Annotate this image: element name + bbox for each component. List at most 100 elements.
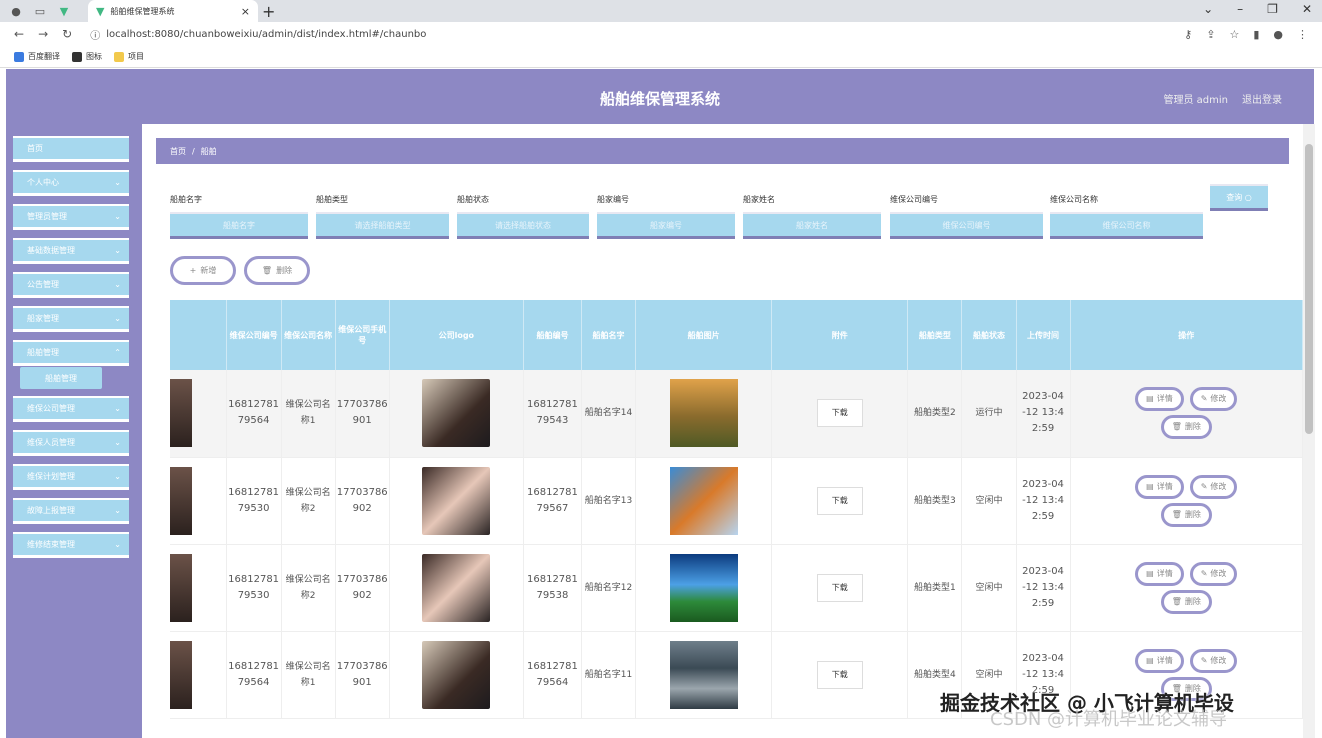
logout-link[interactable]: 退出登录 xyxy=(1242,91,1282,106)
edit-button[interactable]: ✎ 修改 xyxy=(1189,648,1238,673)
table-row: 1681278179530 维保公司名称2 17703786902 168127817… xyxy=(170,457,1304,545)
download-button[interactable]: 下载 xyxy=(816,399,863,428)
sidebar-toggle-icon[interactable]: ▮ xyxy=(1253,28,1259,41)
col-ship-status[interactable]: 船舶状态 xyxy=(961,300,1017,370)
scrollbar-thumb[interactable] xyxy=(1305,144,1313,434)
user-name: 管理员 admin xyxy=(1163,95,1228,106)
col-ship-no[interactable]: 船舶编号 xyxy=(523,300,582,370)
owner-no-input[interactable]: 船家编号 xyxy=(597,212,735,239)
detail-button[interactable]: ▤ 详情 xyxy=(1135,561,1184,586)
breadcrumb-home[interactable]: 首页 xyxy=(170,146,186,157)
delete-button[interactable]: 🗑 删除 xyxy=(1160,589,1212,614)
ship-status-select[interactable]: 请选择船舶状态 xyxy=(457,212,589,239)
col-ship-name[interactable]: 船舶名字 xyxy=(581,300,637,370)
profile-icon[interactable]: ● xyxy=(1273,28,1283,41)
owner-name-input[interactable]: 船家姓名 xyxy=(743,212,881,239)
sidebar-item-admin[interactable]: 管理员管理 ⌄ xyxy=(13,204,129,230)
minimize-icon[interactable]: – xyxy=(1237,2,1243,16)
more-icon[interactable]: ⋮ xyxy=(1297,28,1308,41)
close-tab-icon[interactable]: × xyxy=(241,5,250,18)
cell-logo xyxy=(389,631,524,719)
forward-icon[interactable]: → xyxy=(38,27,48,41)
back-icon[interactable]: ← xyxy=(14,27,24,41)
col-ship-image[interactable]: 船舶图片 xyxy=(635,300,773,370)
cell-ship-name: 船舶名字11 xyxy=(581,631,637,719)
cell-ship-no: 1681278179567 xyxy=(523,457,582,545)
col-ship-type[interactable]: 船舶类型 xyxy=(907,300,963,370)
sidebar-item-profile[interactable]: 个人中心 ⌄ xyxy=(13,170,129,196)
user-area: 管理员 admin 退出登录 xyxy=(1163,91,1282,106)
ship-image[interactable] xyxy=(669,466,738,535)
sidebar-item-ship[interactable]: 船舶管理 ⌃ xyxy=(13,340,129,366)
sidebar-item-home[interactable]: 首页 xyxy=(13,136,129,162)
sidebar-item-basedata[interactable]: 基础数据管理 ⌄ xyxy=(13,238,129,264)
close-window-icon[interactable]: ✕ xyxy=(1302,2,1312,16)
browser-menu-icon[interactable]: ● xyxy=(8,3,24,19)
edit-button[interactable]: ✎ 修改 xyxy=(1189,387,1238,412)
col-upload-time[interactable]: 上传时间 xyxy=(1016,300,1071,370)
detail-button[interactable]: ▤ 详情 xyxy=(1135,387,1184,412)
sidebar-item-plan[interactable]: 维保计划管理 ⌄ xyxy=(13,464,129,490)
sidebar-item-shipowner[interactable]: 船家管理 ⌄ xyxy=(13,306,129,332)
detail-button[interactable]: ▤ 详情 xyxy=(1135,474,1184,499)
sidebar-item-fault[interactable]: 故障上报管理 ⌄ xyxy=(13,498,129,524)
query-button[interactable]: 查询 ○ xyxy=(1210,184,1268,211)
url-field[interactable]: ⓘ localhost:8080/chuanboweixiu/admin/dis… xyxy=(90,27,426,42)
sidebar-item-staff[interactable]: 维保人员管理 ⌄ xyxy=(13,430,129,456)
new-tab-button[interactable]: + xyxy=(262,2,275,21)
sidebar-subitem-ship[interactable]: 船舶管理 xyxy=(20,367,102,389)
sidebar-item-repair[interactable]: 维修结束管理 ⌄ xyxy=(13,532,129,558)
reload-icon[interactable]: ↻ xyxy=(62,27,72,41)
share-icon[interactable]: ⇪ xyxy=(1206,28,1215,41)
star-icon[interactable]: ☆ xyxy=(1229,28,1239,41)
key-icon[interactable]: ⚷ xyxy=(1184,28,1192,41)
bookmark-item[interactable]: 图标 xyxy=(72,51,102,62)
ship-image[interactable] xyxy=(669,379,738,448)
batch-delete-button[interactable]: 🗑 删除 xyxy=(244,256,310,285)
company-name-input[interactable]: 维保公司名称 xyxy=(1050,212,1203,239)
col-company-phone[interactable]: 维保公司手机号 xyxy=(335,300,390,370)
company-logo-image[interactable] xyxy=(422,379,491,448)
cell-logo xyxy=(389,457,524,545)
company-no-input[interactable]: 维保公司编号 xyxy=(890,212,1043,239)
cell-status: 运行中 xyxy=(961,370,1017,458)
scrollbar[interactable] xyxy=(1303,124,1315,738)
col-company-name[interactable]: 维保公司名称 xyxy=(281,300,336,370)
cell-attachment: 下载 xyxy=(771,631,909,719)
cell-ship-no: 1681278179543 xyxy=(523,370,582,458)
browser-tab[interactable]: ▼ 船舶维保管理系统 × xyxy=(88,0,258,22)
cell-logo xyxy=(389,370,524,458)
download-button[interactable]: 下载 xyxy=(816,660,863,689)
document-icon: ▤ xyxy=(1146,568,1154,578)
company-logo-image[interactable] xyxy=(422,553,491,622)
company-logo-image[interactable] xyxy=(422,466,491,535)
sidebar-item-notice[interactable]: 公告管理 ⌄ xyxy=(13,272,129,298)
bookmark-item[interactable]: 百度翻译 xyxy=(14,51,60,62)
select-col[interactable] xyxy=(170,300,227,370)
ship-image[interactable] xyxy=(669,553,738,622)
download-button[interactable]: 下载 xyxy=(816,486,863,515)
edit-button[interactable]: ✎ 修改 xyxy=(1189,561,1238,586)
maximize-icon[interactable]: ❐ xyxy=(1267,2,1278,16)
info-icon[interactable]: ⓘ xyxy=(90,27,100,42)
table-header: 维保公司编号 维保公司名称 维保公司手机号 公司logo 船舶编号 船舶名字 船… xyxy=(170,300,1304,370)
ship-type-select[interactable]: 请选择船舶类型 xyxy=(316,212,449,239)
vue-tab-icon[interactable]: ▼ xyxy=(56,3,72,19)
delete-button[interactable]: 🗑 删除 xyxy=(1160,502,1212,527)
ship-image[interactable] xyxy=(669,640,738,709)
chevron-down-icon[interactable]: ⌄ xyxy=(1203,2,1213,16)
company-logo-image[interactable] xyxy=(422,640,491,709)
col-company-logo[interactable]: 公司logo xyxy=(389,300,524,370)
sidebar-item-company[interactable]: 维保公司管理 ⌄ xyxy=(13,396,129,422)
tab-group-icon[interactable]: ▭ xyxy=(32,3,48,19)
add-button[interactable]: + 新增 xyxy=(170,256,236,285)
bookmark-item[interactable]: 项目 xyxy=(114,51,144,62)
edit-icon: ✎ xyxy=(1200,481,1208,491)
col-attachment[interactable]: 附件 xyxy=(771,300,909,370)
detail-button[interactable]: ▤ 详情 xyxy=(1135,648,1184,673)
delete-button[interactable]: 🗑 删除 xyxy=(1160,415,1212,440)
col-company-no[interactable]: 维保公司编号 xyxy=(226,300,282,370)
edit-button[interactable]: ✎ 修改 xyxy=(1189,474,1238,499)
download-button[interactable]: 下载 xyxy=(816,573,863,602)
ship-name-input[interactable]: 船舶名字 xyxy=(170,212,308,239)
